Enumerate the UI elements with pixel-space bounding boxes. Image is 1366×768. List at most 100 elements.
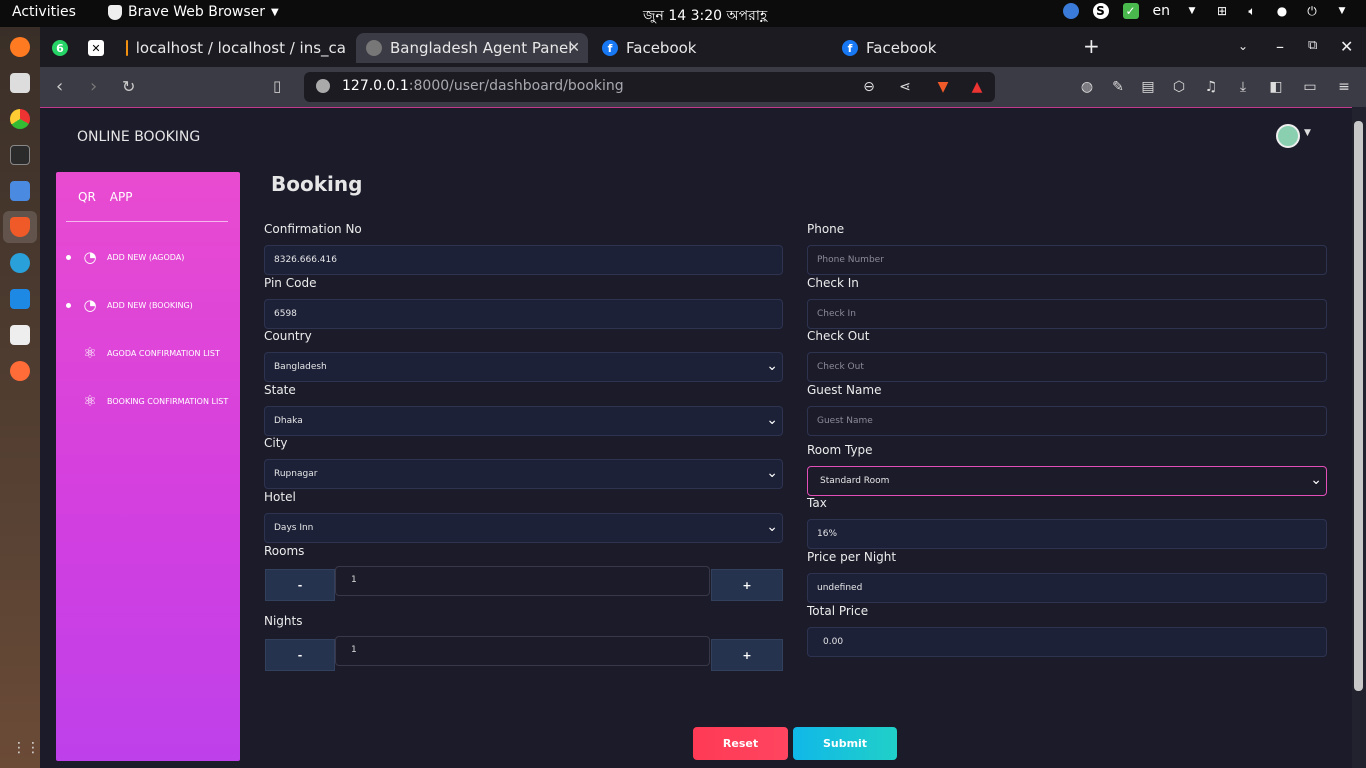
brave-rewards-icon[interactable]: ▲ xyxy=(968,78,986,96)
microphone-icon[interactable]: ● xyxy=(1274,3,1290,19)
phpmyadmin-icon xyxy=(126,40,128,56)
chrome-icon[interactable] xyxy=(10,109,30,129)
facebook-icon: f xyxy=(602,40,618,56)
close-tab-icon[interactable]: ✕ xyxy=(568,40,580,56)
maximize-icon[interactable]: ⧉ xyxy=(1308,38,1317,53)
pie-chart-icon: ◔ xyxy=(83,248,97,266)
sidebar-toggle-icon[interactable]: ◧ xyxy=(1267,78,1285,96)
menu-icon[interactable]: ≡ xyxy=(1335,78,1353,96)
sidebar-item-add-new-booking[interactable]: ◔ ADD NEW (BOOKING) xyxy=(64,293,234,317)
vscode-icon[interactable] xyxy=(10,289,30,309)
brave-dock-icon[interactable] xyxy=(10,217,30,237)
clock[interactable]: জুন 14 3:20 অপরাহ্ণ xyxy=(643,4,767,28)
sidebar-logo[interactable]: QR APP xyxy=(78,190,132,204)
reset-button[interactable]: Reset xyxy=(693,727,788,760)
text-editor-icon[interactable] xyxy=(10,325,30,345)
firefox-icon[interactable] xyxy=(10,37,30,57)
tab-phpmyadmin[interactable]: localhost / localhost / ins_ca xyxy=(116,33,346,63)
postman-icon[interactable] xyxy=(10,361,30,381)
download-icon[interactable]: ⤓ xyxy=(1234,78,1252,96)
sidebar-item-label: ADD NEW (AGODA) xyxy=(107,252,185,262)
reload-icon[interactable]: ↻ xyxy=(122,77,135,96)
terminal-icon[interactable] xyxy=(10,145,30,165)
hotel-label: Hotel xyxy=(264,490,296,504)
submit-button[interactable]: Submit xyxy=(793,727,897,760)
language-indicator[interactable]: en xyxy=(1153,3,1171,19)
phone-input[interactable]: Phone Number xyxy=(807,245,1327,275)
tab-label: Bangladesh Agent Panel xyxy=(390,39,573,57)
rooms-decrement-button[interactable]: - xyxy=(265,569,335,601)
scrollbar-thumb[interactable] xyxy=(1354,121,1363,691)
tab-list-icon[interactable]: ⌄ xyxy=(1238,39,1248,53)
color-picker-icon[interactable]: ✎ xyxy=(1109,78,1127,96)
power-icon[interactable]: ⏻ xyxy=(1304,3,1320,19)
address-bar[interactable]: 127.0.0.1:8000/user/dashboard/booking ⊖ … xyxy=(304,72,995,102)
rooms-input[interactable]: 1 xyxy=(335,566,710,596)
navbar-brand[interactable]: ONLINE BOOKING xyxy=(77,129,200,145)
close-window-icon[interactable]: ✕ xyxy=(1340,37,1353,56)
city-label: City xyxy=(264,436,288,450)
brave-shields-icon[interactable]: ▼ xyxy=(934,78,952,96)
volume-icon[interactable]: 🔈︎ xyxy=(1244,3,1260,19)
confirmation-no-input[interactable]: 8326.666.416 xyxy=(264,245,783,275)
music-icon[interactable]: ♫ xyxy=(1202,78,1220,96)
share-icon[interactable]: ⋖ xyxy=(896,78,914,96)
forward-icon[interactable]: › xyxy=(90,76,97,97)
nights-increment-button[interactable]: + xyxy=(711,639,783,671)
capcut-pinned-tab[interactable]: ✕ xyxy=(82,33,112,63)
minimize-icon[interactable]: – xyxy=(1276,37,1284,56)
city-select[interactable]: Rupnagar xyxy=(264,459,783,489)
extensions-icon[interactable]: ⬡ xyxy=(1170,78,1188,96)
sidebar-item-agoda-confirmation-list[interactable]: ⚛ AGODA CONFIRMATION LIST xyxy=(64,341,234,365)
brave-icon xyxy=(108,4,122,20)
pin-code-input[interactable]: 6598 xyxy=(264,299,783,329)
page-title: Booking xyxy=(271,172,363,196)
room-type-select[interactable]: Standard Room xyxy=(807,466,1327,496)
bookmark-icon[interactable]: ▯ xyxy=(273,77,281,95)
sidebar-item-label: AGODA CONFIRMATION LIST xyxy=(107,348,220,358)
dock: ⋮⋮⋮ xyxy=(0,27,54,768)
country-label: Country xyxy=(264,329,312,343)
tab-bangladesh-agent-panel[interactable]: Bangladesh Agent Panel ✕ xyxy=(356,33,588,63)
tab-facebook-1[interactable]: f Facebook xyxy=(592,33,822,63)
chrome-tray-icon[interactable] xyxy=(1062,3,1079,19)
total-price-input[interactable]: 0.00 xyxy=(807,627,1327,657)
price-per-night-input[interactable]: undefined xyxy=(807,573,1327,603)
rooms-increment-button[interactable]: + xyxy=(711,569,783,601)
guest-name-input[interactable]: Guest Name xyxy=(807,406,1327,436)
state-select[interactable]: Dhaka xyxy=(264,406,783,436)
telegram-icon[interactable] xyxy=(10,253,30,273)
nights-input[interactable]: 1 xyxy=(335,636,710,666)
sidebar: QR APP ◔ ADD NEW (AGODA) ◔ ADD NEW (BOOK… xyxy=(56,172,240,761)
tax-input[interactable]: 16% xyxy=(807,519,1327,549)
app-menu[interactable]: Brave Web Browser ▼ xyxy=(108,4,279,20)
document-icon[interactable]: ▤ xyxy=(1139,78,1157,96)
total-price-label: Total Price xyxy=(807,604,869,618)
browser-tab-strip: 6 ✕ localhost / localhost / ins_ca Bangl… xyxy=(40,27,1366,67)
sidebar-item-add-new-agoda[interactable]: ◔ ADD NEW (AGODA) xyxy=(64,245,234,269)
check-out-input[interactable]: Check Out xyxy=(807,352,1327,382)
chevron-down-icon[interactable]: ▼ xyxy=(1304,128,1311,138)
activities-button[interactable]: Activities xyxy=(12,4,76,20)
wallet-icon[interactable]: ▭ xyxy=(1301,78,1319,96)
skype-icon[interactable]: S xyxy=(1092,3,1109,19)
whatsapp-pinned-tab[interactable]: 6 xyxy=(44,33,80,63)
back-icon[interactable]: ‹ xyxy=(56,76,63,97)
screenshot-icon[interactable] xyxy=(10,181,30,201)
country-select[interactable]: Bangladesh xyxy=(264,352,783,382)
check-in-input[interactable]: Check In xyxy=(807,299,1327,329)
sidebar-item-booking-confirmation-list[interactable]: ⚛ BOOKING CONFIRMATION LIST xyxy=(64,389,234,413)
check-shield-icon[interactable]: ✓ xyxy=(1122,3,1139,19)
new-tab-icon[interactable]: + xyxy=(1083,34,1100,58)
tab-facebook-2[interactable]: f Facebook xyxy=(832,33,1062,63)
vpn-globe-icon[interactable]: ◍ xyxy=(1078,78,1096,96)
nights-decrement-button[interactable]: - xyxy=(265,639,335,671)
zoom-icon[interactable]: ⊖ xyxy=(860,78,878,96)
files-icon[interactable] xyxy=(10,73,30,93)
avatar[interactable] xyxy=(1276,124,1300,148)
network-icon[interactable]: ⊞ xyxy=(1214,3,1230,19)
hotel-select[interactable]: Days Inn xyxy=(264,513,783,543)
site-info-icon[interactable] xyxy=(316,79,330,93)
page-scrollbar[interactable] xyxy=(1352,107,1366,768)
bullet-dot xyxy=(66,302,71,308)
